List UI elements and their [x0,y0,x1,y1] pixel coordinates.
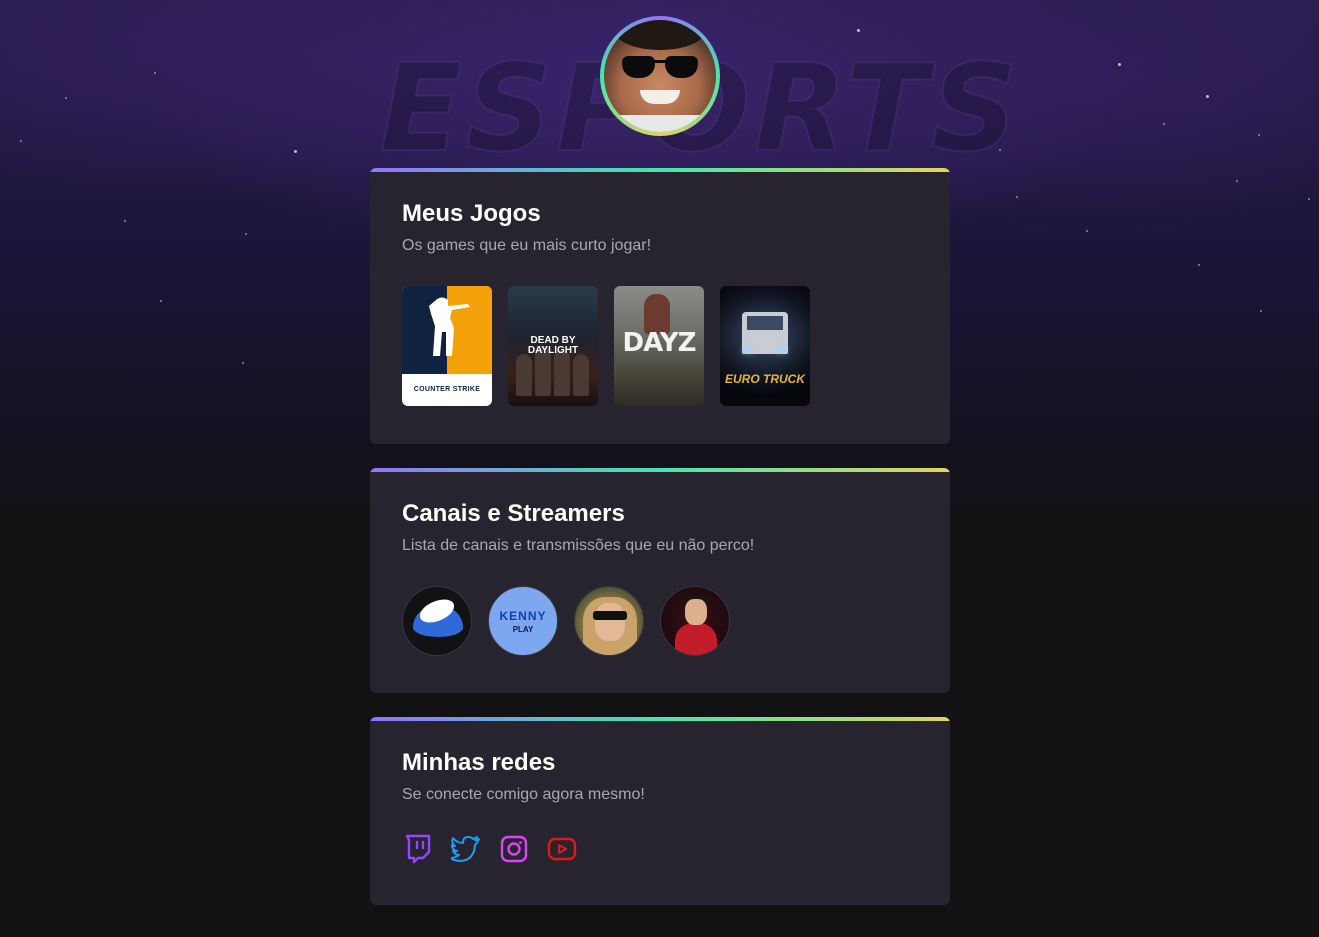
streamers-list: KENNY PLAY [402,586,918,656]
game-cover-euro-truck[interactable]: EURO TRUCK [720,286,810,406]
game-cover-counter-strike[interactable]: COUNTER STRIKE [402,286,492,406]
star-dot [1198,264,1200,266]
streamer-avatar-1[interactable] [402,586,472,656]
sunglasses-graphic [622,56,698,78]
streamer-avatar-3[interactable] [574,586,644,656]
streamer-logo-line2: PLAY [512,625,534,634]
games-title: Meus Jogos [402,200,541,227]
games-subtitle: Os games que eu mais curto jogar! [402,237,652,254]
instagram-icon [500,835,528,863]
star-dot [1258,134,1260,136]
star-dot [65,97,67,99]
streamer-logo-line1: KENNY [499,609,547,623]
game-cover-dayz[interactable]: DAYZ [614,286,704,406]
twitch-icon [405,834,431,864]
star-dot [242,362,244,364]
star-dot [245,233,247,235]
streamer-avatar-kenny-play[interactable]: KENNY PLAY [488,586,558,656]
star-dot [1118,63,1121,66]
star-dot [999,149,1001,151]
streamers-card: Canais e Streamers Lista de canais e tra… [370,468,950,693]
games-card: Meus Jogos Os games que eu mais curto jo… [370,168,950,444]
star-dot [1308,198,1310,200]
twitter-link[interactable] [450,833,482,865]
instagram-link[interactable] [498,833,530,865]
star-dot [20,140,22,142]
star-dot [1260,310,1262,312]
youtube-icon [547,837,577,861]
star-dot [124,220,126,222]
socials-title: Minhas redes [402,749,556,776]
game-cover-dead-by-daylight[interactable]: DEAD BY DAYLIGHT [508,286,598,406]
star-dot [1163,123,1165,125]
avatar [600,16,720,136]
youtube-link[interactable] [546,833,578,865]
twitch-link[interactable] [402,833,434,865]
socials-list [402,833,918,865]
game-cover-label: DAYZ [622,328,697,358]
star-dot [294,150,297,153]
streamers-subtitle: Lista de canais e transmissões que eu nã… [402,537,755,554]
streamer-avatar-4[interactable] [660,586,730,656]
streamers-title: Canais e Streamers [402,500,625,527]
star-dot [1236,180,1238,182]
socials-subtitle: Se conecte comigo agora mesmo! [402,786,645,803]
game-cover-label: EURO TRUCK [725,372,805,386]
game-cover-label: DEAD BY DAYLIGHT [527,335,579,356]
star-dot [1016,196,1018,198]
soldier-silhouette-icon [429,297,470,356]
star-dot [154,72,156,74]
star-dot [160,300,162,302]
games-list: COUNTER STRIKE DEAD BY DAYLIGHT DAYZ EUR… [402,286,918,406]
socials-card: Minhas redes Se conecte comigo agora mes… [370,717,950,905]
star-dot [1086,230,1088,232]
game-cover-label: COUNTER STRIKE [413,386,481,393]
star-dot [857,29,860,32]
twitter-icon [451,836,480,862]
avatar-photo [604,20,716,132]
star-dot [1206,95,1209,98]
